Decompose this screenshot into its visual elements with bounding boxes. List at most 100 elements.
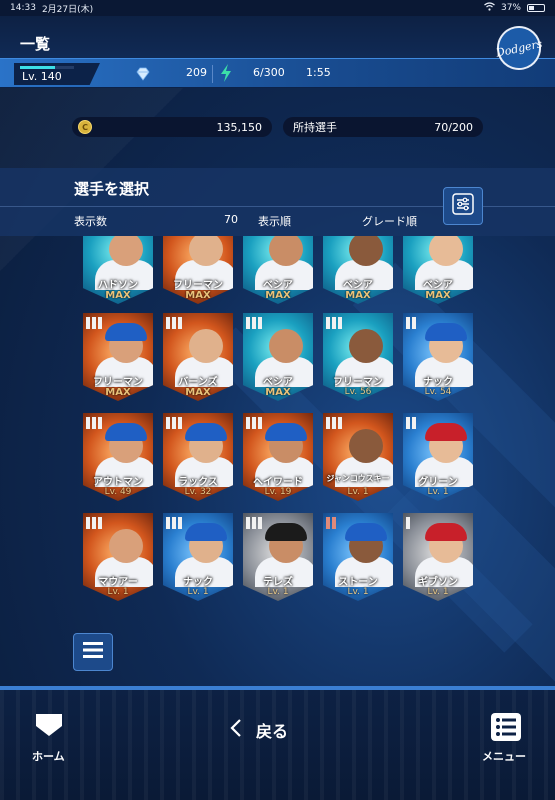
- filter-button[interactable]: [443, 187, 483, 225]
- status-time: 14:33: [10, 3, 36, 13]
- filter-sliders-icon: [452, 193, 474, 219]
- player-card[interactable]: バーンズ MAX: [163, 313, 233, 401]
- display-count-label: 表示数: [74, 215, 107, 228]
- home-button-label[interactable]: ホーム: [32, 748, 65, 764]
- player-photo: [251, 423, 313, 487]
- player-name: ヘイワード: [253, 477, 303, 488]
- footer-nav: [0, 690, 555, 800]
- diamond-icon: [136, 66, 150, 81]
- player-card[interactable]: ギブソン Lv. 1: [403, 513, 473, 601]
- player-card[interactable]: ベシア MAX: [243, 313, 313, 401]
- player-level: Lv. 1: [347, 587, 369, 597]
- back-button[interactable]: 戻る: [230, 718, 288, 742]
- player-card[interactable]: フリーマン MAX: [163, 236, 233, 304]
- player-name: フリーマン: [173, 280, 223, 291]
- menu-list-icon[interactable]: [490, 712, 522, 746]
- player-level: MAX: [265, 387, 291, 398]
- divider: [212, 65, 213, 83]
- player-name: アウトマン: [93, 477, 143, 488]
- player-name: グリーン: [418, 477, 458, 488]
- status-date: 2月27日(木): [41, 4, 94, 15]
- player-name: ラックス: [178, 477, 218, 488]
- player-name: ハドソン: [98, 280, 138, 291]
- player-card[interactable]: ベシア MAX: [243, 236, 313, 304]
- wifi-icon: [484, 2, 495, 14]
- coin-pill: C 135,150: [72, 117, 272, 137]
- list-menu-button[interactable]: [73, 633, 113, 671]
- grade-bars: [246, 317, 262, 329]
- header: 一覧: [0, 16, 555, 58]
- player-card[interactable]: ジャンコウスキー Lv. 1: [323, 413, 393, 501]
- level-label: Lv. 140: [22, 70, 62, 83]
- player-level: Lv. 1: [267, 587, 289, 597]
- back-label: 戻る: [256, 722, 289, 741]
- grade-bars: [86, 417, 102, 429]
- player-photo: [91, 423, 153, 487]
- display-count-value[interactable]: 70: [224, 213, 238, 226]
- player-card-grid[interactable]: ハドソン MAX フリーマン MAX ベシア MAX ベシア MAX ベシア MAX フリーマン MA…: [0, 236, 555, 616]
- grade-bars: [246, 517, 262, 529]
- player-card[interactable]: ラックス Lv. 32: [163, 413, 233, 501]
- grade-bars: [166, 417, 182, 429]
- player-name: ギブソン: [418, 577, 458, 588]
- menu-button-label[interactable]: メニュー: [482, 748, 526, 764]
- player-name: フリーマン: [333, 377, 383, 388]
- player-name: マウアー: [98, 577, 138, 588]
- player-level: Lv. 1: [187, 587, 209, 597]
- player-name: ベシア: [423, 280, 453, 291]
- player-card[interactable]: ストーン Lv. 1: [323, 513, 393, 601]
- player-card[interactable]: マウアー Lv. 1: [83, 513, 153, 601]
- player-card[interactable]: ナック Lv. 54: [403, 313, 473, 401]
- player-level: Lv. 1: [427, 587, 449, 597]
- player-photo: [91, 323, 153, 387]
- player-level: MAX: [345, 290, 371, 301]
- roster-pill: 所持選手 70/200: [283, 117, 483, 137]
- player-name: バーンズ: [178, 377, 218, 388]
- player-card[interactable]: ベシア MAX: [323, 236, 393, 304]
- player-level: Lv. 1: [107, 587, 129, 597]
- grade-bars: [86, 517, 102, 529]
- page-title: 一覧: [20, 35, 51, 53]
- home-plate-icon[interactable]: [34, 712, 64, 742]
- level-progress: [20, 66, 74, 69]
- level-badge[interactable]: Lv. 140: [14, 63, 100, 85]
- roster-label: 所持選手: [293, 121, 337, 134]
- player-photo: [411, 423, 473, 487]
- grade-bars: [406, 417, 416, 429]
- player-card[interactable]: アウトマン Lv. 49: [83, 413, 153, 501]
- player-level: MAX: [105, 290, 131, 301]
- player-name: ナック: [423, 377, 453, 388]
- player-photo: [251, 236, 313, 290]
- player-card[interactable]: ベシア MAX: [403, 236, 473, 304]
- player-photo: [91, 236, 153, 290]
- sort-order-value[interactable]: グレード順: [362, 213, 417, 229]
- player-photo: [251, 323, 313, 387]
- grade-bars: [166, 517, 182, 529]
- chevron-left-icon: [230, 718, 242, 742]
- coin-icon: C: [78, 120, 92, 134]
- player-name: ストーン: [338, 577, 378, 588]
- player-card[interactable]: ハドソン MAX: [83, 236, 153, 304]
- player-card[interactable]: フリーマン MAX: [83, 313, 153, 401]
- player-photo: [171, 323, 233, 387]
- grade-bars: [406, 317, 416, 329]
- player-photo: [411, 523, 473, 587]
- player-card[interactable]: ヘイワード Lv. 19: [243, 413, 313, 501]
- player-photo: [411, 236, 473, 290]
- player-name: ベシア: [263, 377, 293, 388]
- grade-bars: [326, 317, 342, 329]
- player-level: Lv. 1: [427, 487, 449, 497]
- player-card[interactable]: フリーマン Lv. 56: [323, 313, 393, 401]
- player-card[interactable]: ナック Lv. 1: [163, 513, 233, 601]
- player-photo: [331, 323, 393, 387]
- player-level: Lv. 49: [104, 487, 132, 497]
- player-name: ベシア: [343, 280, 373, 291]
- player-level: MAX: [265, 290, 291, 301]
- player-card[interactable]: グリーン Lv. 1: [403, 413, 473, 501]
- player-card[interactable]: テレズ Lv. 1: [243, 513, 313, 601]
- player-name: ナック: [183, 577, 213, 588]
- gem-count: 209: [186, 66, 207, 79]
- player-photo: [171, 236, 233, 290]
- status-bar: 14:33 2月27日(木) 37%: [0, 0, 555, 16]
- grade-bars: [326, 417, 342, 429]
